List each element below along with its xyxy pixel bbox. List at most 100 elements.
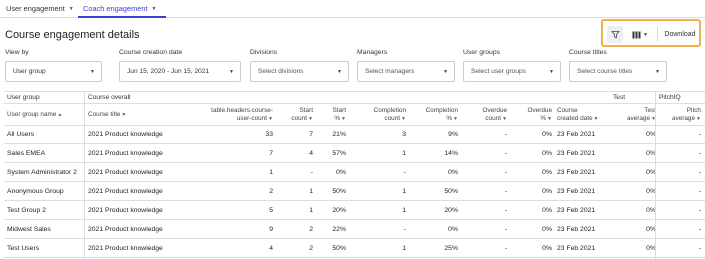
completion-count-cell: 1 xyxy=(402,150,406,157)
column-header-label: User group name xyxy=(7,111,57,118)
overdue-percent-cell: 0% xyxy=(542,207,552,214)
course-title-cell: 2021 Product knowledge xyxy=(88,207,163,214)
course-title-cell: 2021 Product knowledge xyxy=(88,169,163,176)
active-tab-indicator xyxy=(78,16,166,18)
managers-select[interactable]: Select managers ▼ xyxy=(357,61,455,82)
tab-coach-engagement[interactable]: Coach engagement ▼ xyxy=(83,4,156,13)
tab-user-engagement[interactable]: User engagement ▼ xyxy=(6,4,74,13)
select-value: User group xyxy=(13,68,46,75)
table-row[interactable]: Test Group 2 2021 Product knowledge 5 1 20% 1… xyxy=(4,202,705,220)
chevron-down-icon: ▼ xyxy=(121,112,127,118)
overdue-percent-cell: 0% xyxy=(542,169,552,176)
column-header-overdue-count[interactable]: Overdue count▼ xyxy=(462,107,507,123)
column-header-user-group-name[interactable]: User group name▲ xyxy=(7,111,62,120)
start-count-cell: 1 xyxy=(309,207,313,214)
table-row[interactable]: Midwest Sales 2021 Product knowledge 9 2 22%… xyxy=(4,221,705,239)
column-header-label: Pitch xyxy=(686,107,701,114)
divisions-select[interactable]: Select divisions ▼ xyxy=(250,61,349,82)
start-count-cell: 7 xyxy=(309,131,313,138)
table-row[interactable]: All Users 2021 Product knowledge 33 7 21% 3 9%… xyxy=(4,126,705,144)
column-header-course-created-date[interactable]: Course created date▼ xyxy=(557,107,598,123)
column-header-pitch-average[interactable]: Pitch average▼ xyxy=(660,107,701,123)
table-row[interactable]: System Administrator 2 2021 Product knowl… xyxy=(4,164,705,182)
page-title: Course engagement details xyxy=(5,29,140,41)
filter-button[interactable] xyxy=(607,26,623,43)
table-row[interactable]: Test Users 2021 Product knowledge 4 2 50% 1 25… xyxy=(4,240,705,258)
course-user-count-cell: 4 xyxy=(269,245,273,252)
course-title-cell: 2021 Product knowledge xyxy=(88,245,163,252)
start-percent-cell: 57% xyxy=(332,150,346,157)
chevron-down-icon: ▼ xyxy=(547,115,552,122)
user-groups-select[interactable]: Select user groups ▼ xyxy=(463,61,561,82)
column-header-label: % xyxy=(540,114,547,122)
overdue-count-cell: - xyxy=(504,226,507,233)
column-header-completion-count[interactable]: Completion count▼ xyxy=(353,107,406,123)
course-user-count-cell: 5 xyxy=(269,207,273,214)
start-count-cell: - xyxy=(310,169,313,176)
user-group-name-cell: All Users xyxy=(7,131,35,138)
course-user-count-cell: 2 xyxy=(269,188,273,195)
user-group-name-cell: Midwest Sales xyxy=(7,226,51,233)
user-group-name-cell: System Administrator 2 xyxy=(7,169,77,176)
course-creation-date-picker[interactable]: Jun 15, 2020 - Jun 15, 2021 ▼ xyxy=(119,61,241,82)
course-created-date-cell: 23 Feb 2021 xyxy=(557,131,596,138)
test-average-cell: 0% xyxy=(646,226,656,233)
course-created-date-cell: 23 Feb 2021 xyxy=(557,245,596,252)
columns-button[interactable]: ▼ xyxy=(628,26,652,43)
completion-percent-cell: 20% xyxy=(444,207,458,214)
column-header-completion-percent[interactable]: Completion %▼ xyxy=(409,107,458,123)
completion-count-cell: 1 xyxy=(402,245,406,252)
column-header-course-title[interactable]: Course title▼ xyxy=(88,111,126,120)
column-header-start-count[interactable]: Start count▼ xyxy=(275,107,313,123)
test-average-cell: 0% xyxy=(646,245,656,252)
pitch-average-cell: - xyxy=(698,169,701,176)
table-row[interactable]: Sales EMEA 2021 Product knowledge 7 4 57% 1 14… xyxy=(4,145,705,163)
column-header-course-user-count[interactable]: table.headers.course-user-count▼ xyxy=(189,107,273,123)
filter-label-view-by: View by xyxy=(5,49,29,56)
download-button[interactable]: Download xyxy=(661,26,699,43)
user-group-name-cell: Anonymous Group xyxy=(7,188,64,195)
course-title-cell: 2021 Product knowledge xyxy=(88,150,163,157)
tab-bar: User engagement ▼ Coach engagement ▼ xyxy=(0,0,705,18)
pitch-average-cell: - xyxy=(698,131,701,138)
completion-percent-cell: 0% xyxy=(448,169,458,176)
column-header-label: Test xyxy=(644,107,656,114)
test-average-cell: 0% xyxy=(646,150,656,157)
chevron-down-icon: ▼ xyxy=(655,69,660,75)
completion-count-cell: 3 xyxy=(402,131,406,138)
tab-label: Coach engagement xyxy=(83,4,148,13)
column-header-label: count xyxy=(384,114,401,122)
course-title-cell: 2021 Product knowledge xyxy=(88,188,163,195)
chevron-down-icon: ▼ xyxy=(90,69,95,75)
course-title-cell: 2021 Product knowledge xyxy=(88,226,163,233)
filter-label-user-groups: User groups xyxy=(463,49,501,56)
filter-label-course-titles: Course titles xyxy=(569,49,607,56)
start-count-cell: 2 xyxy=(309,245,313,252)
select-placeholder: Select divisions xyxy=(258,68,304,75)
course-title-cell: 2021 Product knowledge xyxy=(88,131,163,138)
group-test: Test xyxy=(613,94,626,101)
table-group-header: User group Course overall Test PitchIQ xyxy=(4,91,705,104)
column-header-start-percent[interactable]: Start %▼ xyxy=(317,107,347,123)
chevron-down-icon: ▼ xyxy=(229,69,234,75)
column-header-overdue-percent[interactable]: Overdue %▼ xyxy=(510,107,552,123)
chevron-down-icon: ▼ xyxy=(593,115,599,122)
pitch-average-cell: - xyxy=(698,207,701,214)
column-header-label: Completion xyxy=(373,107,406,114)
course-titles-select[interactable]: Select course titles ▼ xyxy=(569,61,667,82)
start-percent-cell: 50% xyxy=(332,188,346,195)
columns-icon xyxy=(632,31,641,38)
column-header-test-average[interactable]: Test average▼ xyxy=(614,107,656,123)
chevron-up-icon: ▲ xyxy=(57,112,63,118)
user-group-name-cell: Test Group 2 xyxy=(7,207,46,214)
start-percent-cell: 50% xyxy=(332,245,346,252)
test-average-cell: 0% xyxy=(646,169,656,176)
table-row[interactable]: Anonymous Group 2021 Product knowledge 2 1 5… xyxy=(4,183,705,201)
select-placeholder: Select course titles xyxy=(577,68,633,75)
overdue-count-cell: - xyxy=(504,207,507,214)
completion-percent-cell: 14% xyxy=(444,150,458,157)
column-header-label: Start xyxy=(332,107,347,114)
chevron-down-icon: ▼ xyxy=(502,115,507,122)
start-percent-cell: 20% xyxy=(332,207,346,214)
view-by-select[interactable]: User group ▼ xyxy=(5,61,102,82)
